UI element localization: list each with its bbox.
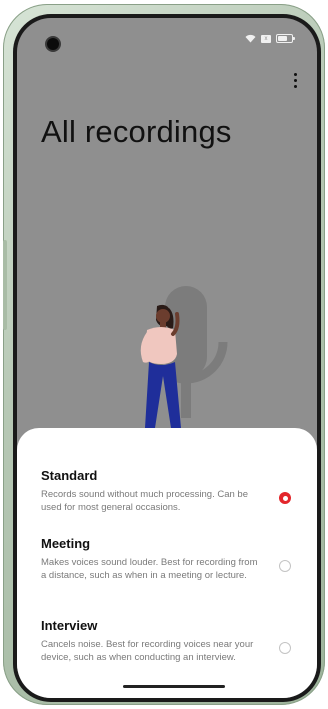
home-indicator[interactable]	[123, 685, 225, 688]
option-meeting[interactable]: Meeting Makes voices sound louder. Best …	[41, 536, 293, 582]
option-title: Standard	[41, 468, 98, 483]
radio-unselected-icon[interactable]	[279, 560, 291, 572]
screen: x All recordings Standard Records sound …	[17, 18, 317, 698]
radio-selected-icon[interactable]	[279, 492, 291, 504]
side-button	[3, 240, 7, 330]
option-standard[interactable]: Standard Records sound without much proc…	[41, 468, 293, 514]
radio-unselected-icon[interactable]	[279, 642, 291, 654]
camera-icon	[47, 38, 59, 50]
status-icons: x	[245, 34, 295, 43]
option-description: Cancels noise. Best for recording voices…	[41, 639, 254, 663]
option-interview[interactable]: Interview Cancels noise. Best for record…	[41, 618, 293, 664]
page-title: All recordings	[41, 114, 232, 149]
sim-icon: x	[261, 34, 271, 43]
wifi-icon	[245, 34, 256, 43]
more-options-button[interactable]	[289, 70, 301, 90]
phone-frame: x All recordings Standard Records sound …	[3, 4, 325, 705]
option-description: Records sound without much processing. C…	[41, 489, 249, 513]
option-title: Interview	[41, 618, 98, 633]
empty-state-illustration	[103, 280, 253, 430]
battery-icon	[276, 34, 295, 43]
status-bar: x	[17, 18, 317, 62]
recording-mode-sheet: Standard Records sound without much proc…	[17, 428, 317, 698]
option-title: Meeting	[41, 536, 91, 551]
more-vert-icon	[293, 72, 297, 76]
option-description: Makes voices sound louder. Best for reco…	[41, 557, 258, 581]
